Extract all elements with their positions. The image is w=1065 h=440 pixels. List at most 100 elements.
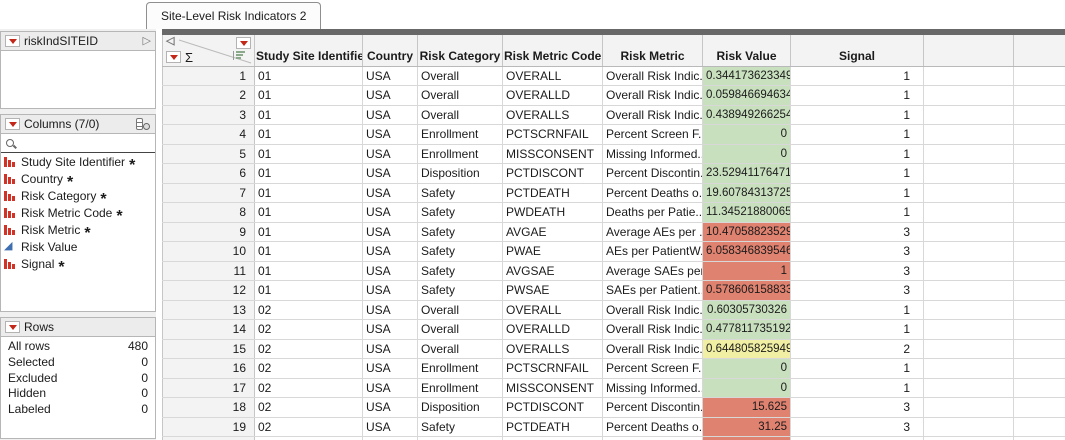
sort-indicator-icon[interactable]	[233, 51, 245, 60]
cell-empty[interactable]	[1014, 105, 1065, 125]
cell-signal[interactable]: 3	[791, 437, 924, 440]
cell-empty[interactable]	[924, 417, 1014, 437]
cell-risk-value[interactable]: 0.60305730326	[703, 300, 791, 320]
cell-empty[interactable]	[924, 105, 1014, 125]
cell-risk-category[interactable]: Disposition	[418, 398, 503, 418]
cell-risk-category[interactable]: Overall	[418, 320, 503, 340]
cell-empty[interactable]	[1014, 398, 1065, 418]
cell-country[interactable]: USA	[363, 359, 418, 379]
row-number[interactable]: 13	[163, 300, 255, 320]
cell-risk-category[interactable]: Overall	[418, 66, 503, 86]
cell-signal[interactable]: 3	[791, 417, 924, 437]
cell-country[interactable]: USA	[363, 105, 418, 125]
cell-country[interactable]: USA	[363, 183, 418, 203]
cell-country[interactable]: USA	[363, 222, 418, 242]
cell-risk-metric[interactable]: Percent Discontin...	[603, 398, 703, 418]
row-number[interactable]: 7	[163, 183, 255, 203]
cell-signal[interactable]: 1	[791, 320, 924, 340]
cell-study-site-identifier[interactable]: 02	[255, 359, 363, 379]
cell-signal[interactable]: 1	[791, 164, 924, 184]
row-number[interactable]: 17	[163, 378, 255, 398]
cell-risk-value[interactable]: 17.1	[703, 437, 791, 440]
cell-signal[interactable]: 2	[791, 339, 924, 359]
sigma-summary-icon[interactable]: Σ	[185, 51, 193, 64]
column-item-risk-value[interactable]: ◢Risk Value	[1, 238, 155, 255]
cell-risk-metric[interactable]: Overall Risk Indic...	[603, 66, 703, 86]
cell-risk-metric[interactable]: SAEs per Patient...	[603, 281, 703, 301]
cell-risk-metric-code[interactable]: OVERALLD	[503, 320, 603, 340]
cell-risk-category[interactable]: Safety	[418, 222, 503, 242]
cell-country[interactable]: USA	[363, 203, 418, 223]
cell-risk-category[interactable]: Safety	[418, 417, 503, 437]
cell-risk-metric-code[interactable]: PWDEATH	[503, 203, 603, 223]
cell-signal[interactable]: 3	[791, 261, 924, 281]
cell-risk-metric[interactable]: Deaths per Patie...	[603, 203, 703, 223]
row-number[interactable]: 1	[163, 66, 255, 86]
cell-empty[interactable]	[924, 203, 1014, 223]
cell-country[interactable]: USA	[363, 320, 418, 340]
column-item-study-site-identifier[interactable]: Study Site Identifier*	[1, 153, 155, 170]
cell-empty[interactable]	[1014, 183, 1065, 203]
cell-empty[interactable]	[1014, 320, 1065, 340]
cell-study-site-identifier[interactable]: 01	[255, 105, 363, 125]
cell-risk-metric-code[interactable]: PCTDEATH	[503, 417, 603, 437]
cell-risk-metric[interactable]: Overall Risk Indic...	[603, 339, 703, 359]
cell-empty[interactable]	[1014, 339, 1065, 359]
cell-signal[interactable]: 1	[791, 144, 924, 164]
row-number[interactable]: 5	[163, 144, 255, 164]
cell-empty[interactable]	[924, 125, 1014, 145]
cell-signal[interactable]: 3	[791, 242, 924, 262]
cell-risk-metric-code[interactable]: PCTDISCONT	[503, 164, 603, 184]
cell-risk-category[interactable]: Safety	[418, 437, 503, 440]
row-number[interactable]: 6	[163, 164, 255, 184]
cell-risk-metric-code[interactable]: PWAE	[503, 242, 603, 262]
cell-risk-metric-code[interactable]: PCTSCRNFAIL	[503, 125, 603, 145]
cell-risk-metric[interactable]: Percent Deaths o...	[603, 183, 703, 203]
cell-risk-metric[interactable]: Overall Risk Indic...	[603, 320, 703, 340]
cell-empty[interactable]	[924, 398, 1014, 418]
cell-empty[interactable]	[1014, 164, 1065, 184]
column-header-study-site-identifier[interactable]: Study Site Identifier	[255, 35, 363, 66]
columns-header-red-triangle-icon[interactable]	[236, 37, 251, 49]
cell-empty[interactable]	[1014, 300, 1065, 320]
cell-study-site-identifier[interactable]: 02	[255, 417, 363, 437]
cell-empty[interactable]	[924, 320, 1014, 340]
cell-risk-metric[interactable]: Percent Discontin...	[603, 164, 703, 184]
row-number[interactable]: 8	[163, 203, 255, 223]
cell-country[interactable]: USA	[363, 281, 418, 301]
cell-empty[interactable]	[924, 183, 1014, 203]
cell-empty[interactable]	[1014, 417, 1065, 437]
column-item-risk-metric[interactable]: Risk Metric*	[1, 221, 155, 238]
cell-risk-metric[interactable]: Overall Risk Indic...	[603, 300, 703, 320]
cell-empty[interactable]	[924, 242, 1014, 262]
grid-corner-cell[interactable]: ◁ Σ	[163, 35, 255, 66]
cell-risk-value[interactable]: 6.058346839546	[703, 242, 791, 262]
cell-empty[interactable]	[1014, 359, 1065, 379]
cell-country[interactable]: USA	[363, 398, 418, 418]
row-number[interactable]: 11	[163, 261, 255, 281]
cell-country[interactable]: USA	[363, 417, 418, 437]
cell-risk-metric[interactable]: Overall Risk Indic...	[603, 86, 703, 106]
cell-country[interactable]: USA	[363, 339, 418, 359]
cell-empty[interactable]	[924, 378, 1014, 398]
cell-risk-metric[interactable]: Percent Screen F...	[603, 359, 703, 379]
cell-signal[interactable]: 1	[791, 203, 924, 223]
cell-empty[interactable]	[1014, 281, 1065, 301]
cell-risk-category[interactable]: Enrollment	[418, 378, 503, 398]
cell-risk-metric-code[interactable]: PWDEATH	[503, 437, 603, 440]
cell-study-site-identifier[interactable]: 01	[255, 222, 363, 242]
cell-risk-value[interactable]: 0	[703, 144, 791, 164]
cell-country[interactable]: USA	[363, 378, 418, 398]
cell-study-site-identifier[interactable]: 02	[255, 398, 363, 418]
cell-country[interactable]: USA	[363, 125, 418, 145]
tab-site-level-risk-indicators-2[interactable]: Site-Level Risk Indicators 2	[146, 2, 321, 29]
cell-risk-category[interactable]: Overall	[418, 300, 503, 320]
cell-empty[interactable]	[1014, 378, 1065, 398]
rows-header-red-triangle-icon[interactable]	[166, 51, 181, 63]
cell-country[interactable]: USA	[363, 144, 418, 164]
cell-study-site-identifier[interactable]: 02	[255, 320, 363, 340]
cell-empty[interactable]	[924, 144, 1014, 164]
cell-signal[interactable]: 1	[791, 183, 924, 203]
column-view-switcher-icon[interactable]	[135, 117, 151, 131]
column-item-risk-metric-code[interactable]: Risk Metric Code*	[1, 204, 155, 221]
